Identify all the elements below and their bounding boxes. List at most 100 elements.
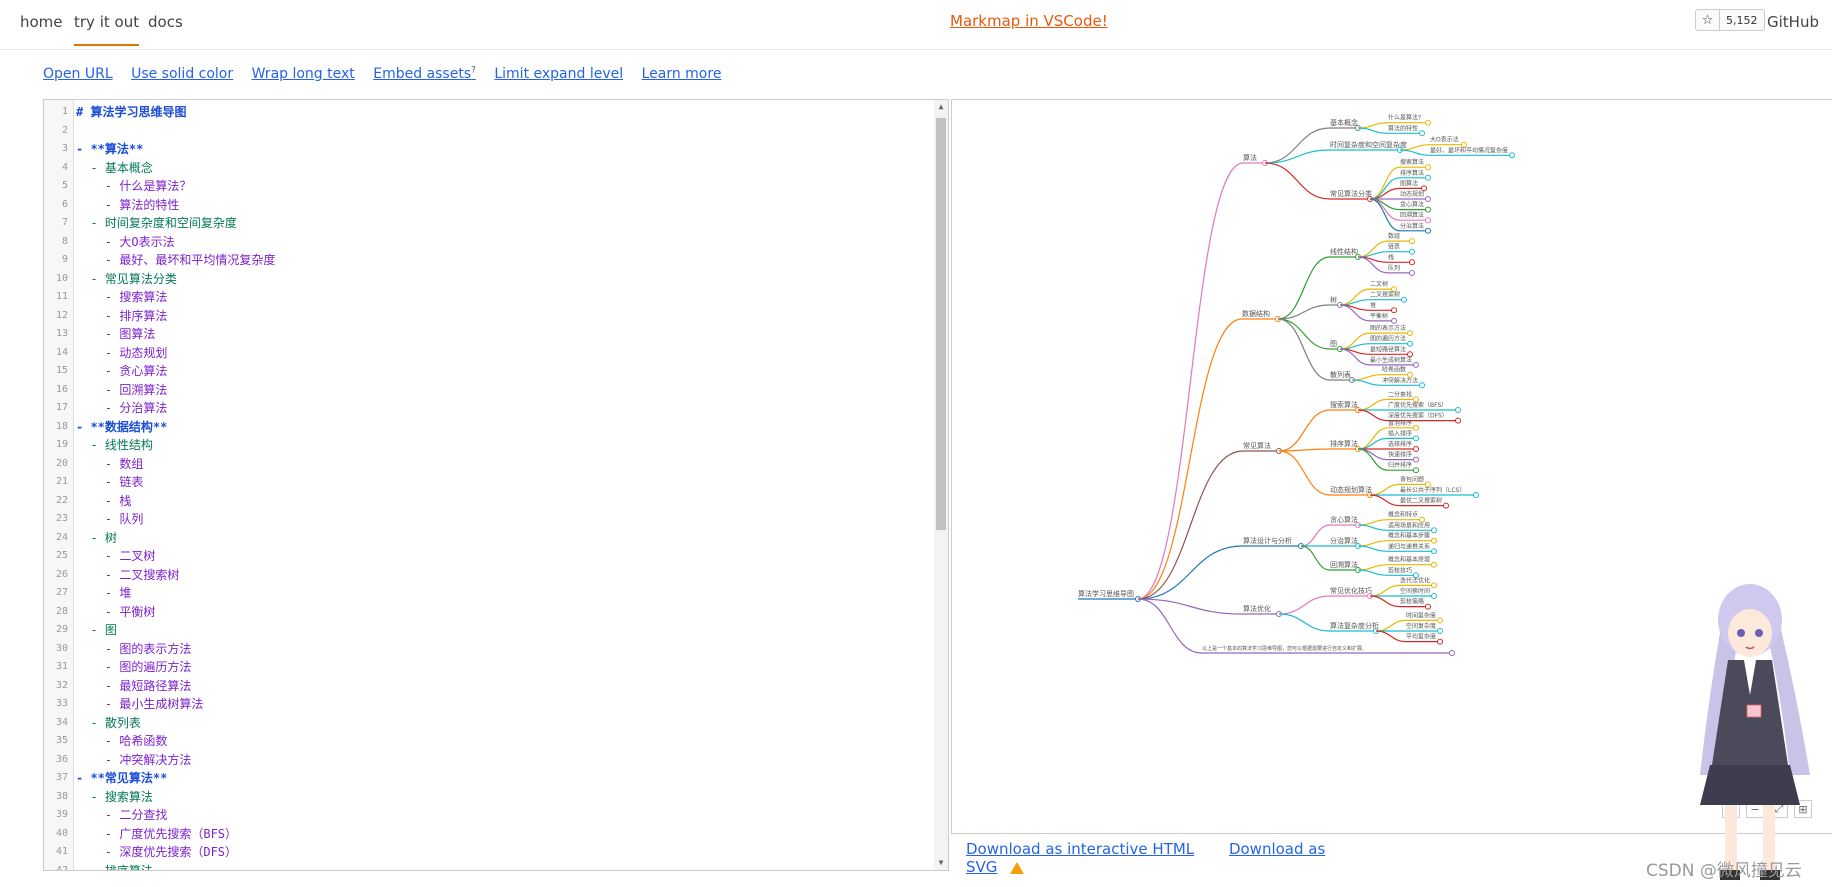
- mindmap-node-dot[interactable]: [1409, 248, 1415, 255]
- code-line[interactable]: 5 - 什么是算法？: [44, 177, 924, 196]
- mindmap-node-dot[interactable]: [1431, 582, 1437, 589]
- code-line[interactable]: 26 - 二叉搜索树: [44, 566, 924, 585]
- mindmap-node-dot[interactable]: [1431, 548, 1437, 555]
- code-line[interactable]: 12 - 排序算法: [44, 307, 924, 326]
- mindmap-node-dot[interactable]: [1509, 152, 1515, 159]
- mindmap-node-label[interactable]: 贪心算法: [1330, 515, 1358, 524]
- mindmap-node-dot[interactable]: [1473, 492, 1479, 498]
- mindmap-node-dot[interactable]: [1431, 561, 1437, 568]
- code-line[interactable]: 33 - 最小生成树算法: [44, 695, 924, 714]
- code-line[interactable]: 22 - 栈: [44, 492, 924, 511]
- mindmap-node-label[interactable]: 动态规划: [1400, 190, 1424, 198]
- code-line[interactable]: 37 - **常见算法**: [44, 769, 924, 788]
- nav-docs[interactable]: docs: [148, 13, 183, 31]
- mindmap-node-dot[interactable]: [1425, 206, 1431, 213]
- vscode-banner-link[interactable]: Markmap in VSCode!: [950, 12, 1108, 30]
- mindmap-node-label[interactable]: 适用场景和应用: [1388, 521, 1430, 529]
- mindmap-node-label[interactable]: 链表: [1388, 243, 1400, 251]
- mindmap-node-dot[interactable]: [1455, 417, 1461, 424]
- mindmap-node-label[interactable]: 常见优化技巧: [1330, 586, 1372, 595]
- code-line[interactable]: 42 - 排序算法: [44, 862, 924, 871]
- mindmap-node-dot[interactable]: [1425, 119, 1431, 126]
- code-line[interactable]: 6 - 算法的特性: [44, 196, 924, 215]
- learn-more-link[interactable]: Learn more: [642, 66, 722, 82]
- mindmap-node-label[interactable]: 冲突解决方法: [1382, 376, 1418, 384]
- mindmap-node-label[interactable]: 空间换时间: [1400, 587, 1430, 595]
- mindmap-node-label[interactable]: 递归与递推关系: [1388, 542, 1430, 550]
- mindmap-node-dot[interactable]: [1407, 340, 1413, 347]
- mindmap-node-label[interactable]: 快速排序: [1388, 451, 1412, 459]
- mindmap-node-dot[interactable]: [1455, 407, 1461, 413]
- mindmap-node-label[interactable]: 归并排序: [1388, 461, 1412, 469]
- limit-expand-link[interactable]: Limit expand level: [494, 66, 623, 82]
- mindmap-node-label[interactable]: 搜索算法: [1330, 400, 1358, 409]
- mindmap-node-label[interactable]: 时间复杂度: [1406, 611, 1436, 619]
- wrap-text-link[interactable]: Wrap long text: [252, 66, 355, 82]
- mindmap-node-dot[interactable]: [1413, 424, 1419, 431]
- code-line[interactable]: 8 - 大O表示法: [44, 233, 924, 252]
- mindmap-node-label[interactable]: 图: [1330, 340, 1337, 348]
- code-line[interactable]: 23 - 队列: [44, 510, 924, 529]
- mindmap-node-label[interactable]: 最小生成树算法: [1370, 356, 1412, 364]
- mindmap-node-label[interactable]: 选择排序: [1388, 440, 1412, 448]
- mindmap-node-dot[interactable]: [1413, 446, 1419, 452]
- mindmap-node-dot[interactable]: [1413, 456, 1419, 463]
- github-star-button[interactable]: ☆ 5,152: [1695, 9, 1765, 31]
- mindmap-node-label[interactable]: 冒泡排序: [1388, 419, 1412, 427]
- code-line[interactable]: 34 - 散列表: [44, 714, 924, 733]
- mindmap-node-label[interactable]: 数组: [1388, 232, 1400, 240]
- mindmap-node-dot[interactable]: [1419, 382, 1425, 389]
- mindmap-node-dot[interactable]: [1409, 269, 1415, 276]
- code-line[interactable]: 18 - **数据结构**: [44, 418, 924, 437]
- mindmap-node-dot[interactable]: [1425, 196, 1431, 202]
- mindmap-node-dot[interactable]: [1437, 638, 1443, 645]
- mindmap-node-dot[interactable]: [1425, 174, 1431, 181]
- github-link[interactable]: GitHub: [1767, 13, 1819, 31]
- solid-color-link[interactable]: Use solid color: [131, 66, 233, 82]
- scroll-up-icon[interactable]: ▲: [934, 100, 948, 114]
- mindmap-node-label[interactable]: 树: [1330, 295, 1337, 304]
- mindmap-node-label[interactable]: 常见算法分类: [1330, 189, 1372, 198]
- mindmap-node-label[interactable]: 回溯算法: [1400, 211, 1424, 219]
- code-line[interactable]: 11 - 搜索算法: [44, 288, 924, 307]
- code-line[interactable]: 21 - 链表: [44, 473, 924, 492]
- mindmap-node-label[interactable]: 队列: [1388, 264, 1400, 272]
- mindmap-node-label[interactable]: 迭代法优化: [1400, 576, 1430, 584]
- mindmap-node-dot[interactable]: [1401, 296, 1407, 303]
- mindmap-node-label[interactable]: 最好、最坏和平均情况复杂度: [1430, 146, 1508, 154]
- mindmap-node-label[interactable]: 图的遍历方法: [1370, 335, 1406, 343]
- code-line[interactable]: 15 - 贪心算法: [44, 362, 924, 381]
- mindmap-node-label[interactable]: 算法: [1243, 153, 1257, 162]
- code-line[interactable]: 14 - 动态规划: [44, 344, 924, 363]
- mindmap-node-label[interactable]: 算法的特性: [1388, 124, 1418, 132]
- code-line[interactable]: 24 - 树: [44, 529, 924, 548]
- mindmap-node-label[interactable]: 深度优先搜索（DFS）: [1388, 412, 1448, 420]
- mindmap-node-label[interactable]: 排序算法: [1400, 169, 1424, 177]
- code-line[interactable]: 31 - 图的遍历方法: [44, 658, 924, 677]
- mindmap-node-dot[interactable]: [1409, 238, 1415, 245]
- scroll-thumb[interactable]: [936, 118, 946, 530]
- mindmap-node-label[interactable]: 平衡树: [1370, 312, 1388, 320]
- mindmap-node-label[interactable]: 哈希函数: [1382, 366, 1406, 374]
- code-line[interactable]: 7 - 时间复杂度和空间复杂度: [44, 214, 924, 233]
- mindmap-node-label[interactable]: 算法设计与分析: [1243, 536, 1292, 545]
- code-line[interactable]: 40 - 广度优先搜索（BFS）: [44, 825, 924, 844]
- code-line[interactable]: 9 - 最好、最坏和平均情况复杂度: [44, 251, 924, 270]
- mindmap-node-label[interactable]: 回溯算法: [1330, 560, 1358, 569]
- mindmap-node-label[interactable]: 数据结构: [1242, 309, 1270, 318]
- mindmap-node-label[interactable]: 动态规划算法: [1330, 485, 1372, 494]
- mindmap-node-label[interactable]: 线性结构: [1330, 247, 1358, 256]
- code-line[interactable]: 3 - **算法**: [44, 140, 924, 159]
- mindmap-node-dot[interactable]: [1419, 130, 1425, 137]
- mindmap-node-label[interactable]: 堆: [1370, 301, 1376, 309]
- code-line[interactable]: 28 - 平衡树: [44, 603, 924, 622]
- mindmap-node-label[interactable]: 插入排序: [1388, 429, 1412, 437]
- code-line[interactable]: 30 - 图的表示方法: [44, 640, 924, 659]
- mindmap-node-dot[interactable]: [1407, 330, 1413, 337]
- mindmap-node-dot[interactable]: [1413, 467, 1419, 474]
- code-line[interactable]: 19 - 线性结构: [44, 436, 924, 455]
- code-line[interactable]: 39 - 二分查找: [44, 806, 924, 825]
- mindmap-node-label[interactable]: 以上是一个基本的算法学习思维导图，您可以根据需要进行自定义和扩展。: [1202, 645, 1367, 652]
- embed-assets-link[interactable]: Embed assets?: [373, 65, 476, 82]
- mindmap-node-label[interactable]: 背包问题: [1400, 475, 1424, 483]
